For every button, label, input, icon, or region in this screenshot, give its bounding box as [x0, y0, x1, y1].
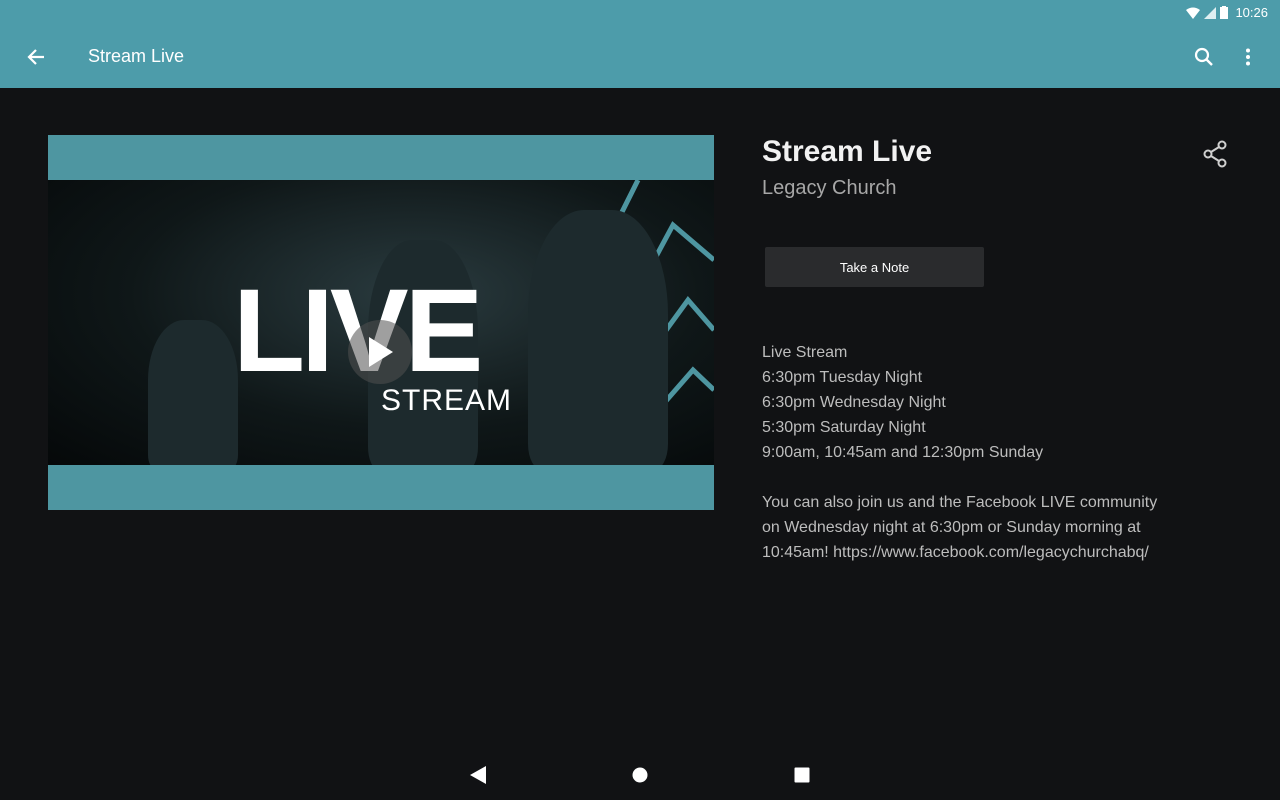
facebook-paragraph: You can also join us and the Facebook LI…: [762, 490, 1232, 565]
schedule-line: 9:00am, 10:45am and 12:30pm Sunday: [762, 444, 1044, 461]
video-thumbnail[interactable]: LIVE STREAM: [48, 135, 714, 510]
battery-icon: [1220, 6, 1228, 19]
nav-home-icon: [632, 767, 648, 783]
wifi-icon: [1186, 7, 1200, 19]
schedule-line: 5:30pm Saturday Night: [762, 419, 926, 436]
schedule-block: Live Stream 6:30pm Tuesday Night 6:30pm …: [762, 340, 1232, 465]
arrow-left-icon: [27, 49, 44, 65]
overflow-menu-button[interactable]: [1232, 41, 1264, 73]
description: Live Stream 6:30pm Tuesday Night 6:30pm …: [762, 340, 1232, 590]
performer-left: [148, 320, 238, 465]
paragraph-line: on Wednesday night at 6:30pm or Sunday m…: [762, 519, 1141, 536]
video-stage: LIVE STREAM: [48, 180, 714, 465]
signal-icon: [1204, 6, 1216, 19]
back-button[interactable]: [20, 41, 52, 73]
take-note-button[interactable]: Take a Note: [765, 247, 984, 287]
details-title: Stream Live: [762, 135, 933, 168]
details-panel: Stream Live Legacy Church: [762, 135, 1232, 200]
search-button[interactable]: [1188, 41, 1220, 73]
nav-home-button[interactable]: [627, 762, 653, 788]
paragraph-line: You can also join us and the Facebook LI…: [762, 494, 1158, 511]
status-icons: [1186, 6, 1228, 19]
app-bar: Stream Live: [0, 26, 1280, 88]
nav-back-icon: [470, 766, 486, 784]
performer-right: [528, 210, 668, 465]
stream-overlay-text: STREAM: [381, 384, 513, 417]
app-bar-title: Stream Live: [88, 46, 185, 66]
play-button[interactable]: [348, 320, 412, 384]
nav-back-button[interactable]: [465, 762, 491, 788]
schedule-line: Live Stream: [762, 344, 848, 361]
nav-recents-button[interactable]: [789, 762, 815, 788]
content: LIVE STREAM Stream Live Legacy Church Ta…: [0, 88, 1280, 750]
more-vert-icon: [1246, 48, 1250, 66]
paragraph-line[interactable]: 10:45am! https://www.facebook.com/legacy…: [762, 544, 1149, 561]
share-icon: [1203, 140, 1227, 168]
status-time: 10:26: [1235, 5, 1268, 20]
status-bar: 10:26: [0, 0, 1280, 26]
schedule-line: 6:30pm Wednesday Night: [762, 394, 946, 411]
details-subtitle: Legacy Church: [762, 177, 897, 199]
search-icon: [1194, 47, 1213, 66]
nav-recents-icon: [794, 767, 810, 783]
share-button[interactable]: [1202, 140, 1232, 170]
schedule-line: 6:30pm Tuesday Night: [762, 369, 923, 386]
system-nav-bar: [0, 750, 1280, 800]
play-icon: [369, 337, 393, 367]
